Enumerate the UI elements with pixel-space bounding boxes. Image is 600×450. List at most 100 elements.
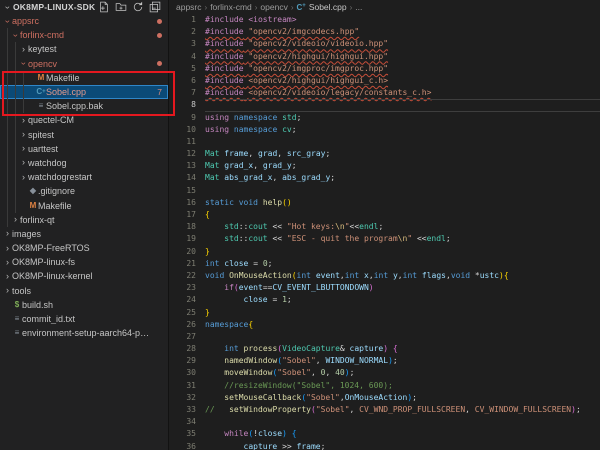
code-line[interactable]: 20} xyxy=(169,246,600,258)
code-line[interactable]: 16static void help() xyxy=(169,197,600,209)
code-line[interactable]: 27 xyxy=(169,331,600,343)
code-line[interactable]: 29 namedWindow("Sobel", WINDOW_NORMAL); xyxy=(169,355,600,367)
code-line-text: moveWindow("Sobel", 0, 40); xyxy=(205,367,354,379)
chevron-right-icon: › xyxy=(3,229,12,238)
tree-item-quectel-cm[interactable]: ›quectel-CM xyxy=(0,113,168,127)
makefile-icon: M xyxy=(28,201,38,211)
line-number: 18 xyxy=(169,221,205,233)
code-line[interactable]: 31 //resizeWindow("Sobel", 1024, 600); xyxy=(169,380,600,392)
code-line[interactable]: 10using namespace cv; xyxy=(169,124,600,136)
tree-item-label: keytest xyxy=(28,44,57,54)
line-number: 24 xyxy=(169,294,205,306)
code-line[interactable]: 14Mat abs_grad_x, abs_grad_y; xyxy=(169,172,600,184)
code-line[interactable]: 9using namespace std; xyxy=(169,112,600,124)
code-line[interactable]: 6#include <opencv2/highgui/highgui_c.h> xyxy=(169,75,600,87)
tree-item-watchdogrestart[interactable]: ›watchdogrestart xyxy=(0,170,168,184)
code-line[interactable]: 19 std::cout << "ESC - quit the program\… xyxy=(169,233,600,245)
tree-item-sobel-cpp-bak[interactable]: ≡Sobel.cpp.bak xyxy=(0,99,168,113)
refresh-icon[interactable] xyxy=(132,1,144,13)
cpp-icon: C+ xyxy=(36,87,46,97)
code-line[interactable]: 1#include <iostream> xyxy=(169,14,600,26)
code-line[interactable]: 21int close = 0; xyxy=(169,258,600,270)
code-line[interactable]: 30 moveWindow("Sobel", 0, 40); xyxy=(169,367,600,379)
code-area[interactable]: 1#include <iostream>2#include "opencv2/i… xyxy=(169,14,600,450)
chevron-right-icon: › xyxy=(19,144,28,153)
breadcrumb-item-symbol[interactable]: ... xyxy=(355,2,362,12)
tree-item-forlinx-cmd[interactable]: ›forlinx-cmd xyxy=(0,28,168,42)
breadcrumb-item-file[interactable]: Sobel.cpp xyxy=(309,2,347,12)
explorer-root-header[interactable]: › OK8MP-LINUX-SDK xyxy=(0,0,168,14)
code-line[interactable]: 22void OnMouseAction(int event,int x,int… xyxy=(169,270,600,282)
code-line[interactable]: 24 close = 1; xyxy=(169,294,600,306)
code-line[interactable]: 8 xyxy=(169,99,600,111)
line-number: 29 xyxy=(169,355,205,367)
code-line[interactable]: 3#include "opencv2/videoio/videoio.hpp" xyxy=(169,38,600,50)
code-line[interactable]: 2#include "opencv2/imgcodecs.hpp" xyxy=(169,26,600,38)
line-number: 22 xyxy=(169,270,205,282)
new-file-icon[interactable] xyxy=(98,1,110,13)
problem-count-badge: 7 xyxy=(157,87,162,97)
line-number: 33 xyxy=(169,404,205,416)
code-line[interactable]: 18 std::cout << "Hot keys:\n"<<endl; xyxy=(169,221,600,233)
tree-item-opencv[interactable]: ›opencv xyxy=(0,57,168,71)
breadcrumb-item-opencv[interactable]: opencv xyxy=(260,2,287,12)
code-line[interactable]: 13Mat grad_x, grad_y; xyxy=(169,160,600,172)
collapse-all-icon[interactable] xyxy=(149,1,161,13)
tree-item-ok8mp-linux-kernel[interactable]: ›OK8MP-linux-kernel xyxy=(0,269,168,283)
tree-item-label: images xyxy=(12,229,41,239)
tree-item-makefile[interactable]: MMakefile xyxy=(0,71,168,85)
tree-item-label: tools xyxy=(12,286,31,296)
code-line[interactable]: 11 xyxy=(169,136,600,148)
tree-item-uarttest[interactable]: ›uarttest xyxy=(0,142,168,156)
tree-item-watchdog[interactable]: ›watchdog xyxy=(0,156,168,170)
code-line[interactable]: 25} xyxy=(169,307,600,319)
code-line[interactable]: 33// setWindowProperty("Sobel", CV_WND_P… xyxy=(169,404,600,416)
tree-item-gitignore[interactable]: ◆.gitignore xyxy=(0,184,168,198)
line-number: 11 xyxy=(169,136,205,148)
code-line[interactable]: 35 while(!close) { xyxy=(169,428,600,440)
tree-item-commit-id-txt[interactable]: ≡commit_id.txt xyxy=(0,312,168,326)
tree-item-forlinx-qt[interactable]: ›forlinx-qt xyxy=(0,213,168,227)
file-icon: ≡ xyxy=(36,101,46,111)
code-line-text: { xyxy=(205,209,210,221)
code-line[interactable]: 5#include "opencv2/imgproc/imgproc.hpp" xyxy=(169,63,600,75)
code-line-text: #include "opencv2/videoio/videoio.hpp" xyxy=(205,38,388,50)
line-number: 32 xyxy=(169,392,205,404)
tree-item-sobel-cpp[interactable]: C+Sobel.cpp7 xyxy=(0,85,168,99)
tree-item-environment-setup-aarch64-poky-lin[interactable]: ≡environment-setup-aarch64-poky-lin... xyxy=(0,326,168,340)
new-folder-icon[interactable] xyxy=(115,1,127,13)
line-number: 8 xyxy=(169,99,205,111)
code-line[interactable]: 4#include "opencv2/highgui/highgui.hpp" xyxy=(169,51,600,63)
breadcrumb: appsrc›forlinx-cmd›opencv›C+Sobel.cpp›..… xyxy=(169,0,600,14)
code-line[interactable]: 12Mat frame, grad, src_gray; xyxy=(169,148,600,160)
tree-item-appsrc[interactable]: ›appsrc xyxy=(0,14,168,28)
line-number: 20 xyxy=(169,246,205,258)
code-line[interactable]: 36 capture >> frame; xyxy=(169,441,600,450)
breadcrumb-item-forlinx-cmd[interactable]: forlinx-cmd xyxy=(210,2,252,12)
code-line[interactable]: 17{ xyxy=(169,209,600,221)
code-line[interactable]: 32 setMouseCallback("Sobel",OnMouseActio… xyxy=(169,392,600,404)
code-line[interactable]: 15 xyxy=(169,185,600,197)
chevron-right-icon: › xyxy=(19,173,28,182)
breadcrumb-item-appsrc[interactable]: appsrc xyxy=(176,2,202,12)
code-line[interactable]: 28 int process(VideoCapture& capture) { xyxy=(169,343,600,355)
tree-item-keytest[interactable]: ›keytest xyxy=(0,42,168,56)
tree-item-label: uarttest xyxy=(28,144,58,154)
tree-item-build-sh[interactable]: $build.sh xyxy=(0,298,168,312)
code-line[interactable]: 26namespace{ xyxy=(169,319,600,331)
code-line-text: #include "opencv2/imgproc/imgproc.hpp" xyxy=(205,63,388,75)
tree-item-images[interactable]: ›images xyxy=(0,227,168,241)
tree-item-label: spitest xyxy=(28,130,54,140)
tree-item-ok8mp-freertos[interactable]: ›OK8MP-FreeRTOS xyxy=(0,241,168,255)
code-line[interactable]: 34 xyxy=(169,416,600,428)
code-line-text: namedWindow("Sobel", WINDOW_NORMAL); xyxy=(205,355,398,367)
code-line[interactable]: 23 if(event==CV_EVENT_LBUTTONDOWN) xyxy=(169,282,600,294)
tree-item-tools[interactable]: ›tools xyxy=(0,284,168,298)
explorer-root-label: OK8MP-LINUX-SDK xyxy=(13,2,95,12)
chevron-right-icon: › xyxy=(3,286,12,295)
tree-item-ok8mp-linux-fs[interactable]: ›OK8MP-linux-fs xyxy=(0,255,168,269)
code-line[interactable]: 7#include <opencv2/videoio/legacy/consta… xyxy=(169,87,600,99)
code-line-text: setMouseCallback("Sobel",OnMouseAction); xyxy=(205,392,417,404)
tree-item-makefile[interactable]: MMakefile xyxy=(0,198,168,212)
tree-item-spitest[interactable]: ›spitest xyxy=(0,128,168,142)
